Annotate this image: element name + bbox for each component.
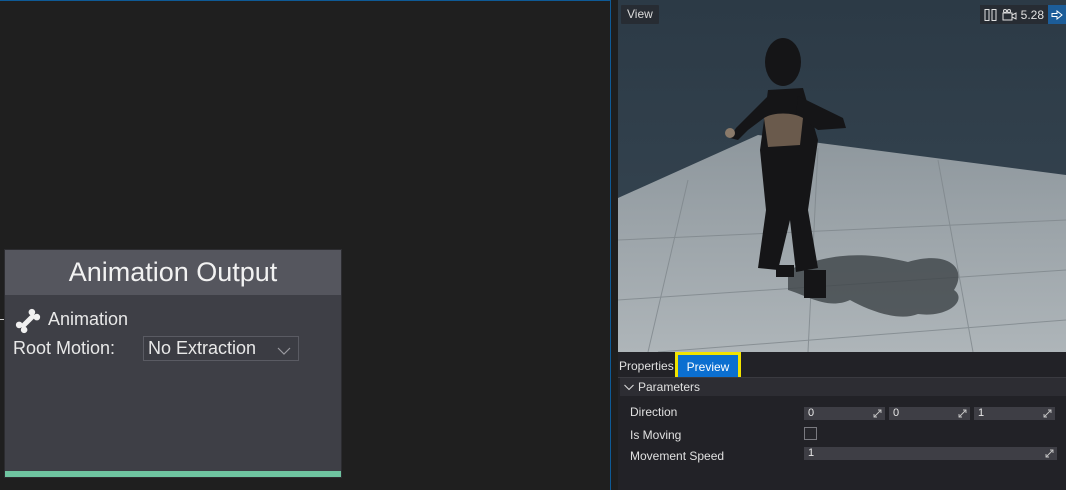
direction-x-value: 0 — [808, 407, 815, 419]
resize-handle-icon — [873, 409, 882, 418]
direction-y-field[interactable]: 0 — [889, 407, 970, 420]
animation-output-node[interactable]: Animation Output Animation Root Motion: … — [5, 250, 341, 477]
is-moving-label: Is Moving — [630, 428, 682, 442]
resize-handle-icon — [958, 409, 967, 418]
chevron-down-icon — [277, 342, 291, 356]
is-moving-checkbox[interactable] — [804, 427, 817, 440]
movement-speed-field[interactable]: 1 — [804, 447, 1057, 460]
movement-speed-label: Movement Speed — [630, 449, 725, 463]
arrow-right-icon[interactable] — [1048, 5, 1066, 24]
root-motion-value: No Extraction — [148, 338, 257, 358]
camera-speed-value[interactable]: 5.28 — [1021, 5, 1044, 24]
bone-icon — [13, 306, 43, 336]
parameters-section-header[interactable]: Parameters — [620, 378, 1066, 396]
direction-y-value: 0 — [893, 407, 900, 419]
pause-icon[interactable] — [984, 5, 998, 24]
direction-label: Direction — [630, 405, 678, 419]
direction-z-field[interactable]: 1 — [974, 407, 1055, 420]
direction-z-value: 1 — [978, 407, 985, 419]
view-menu-button[interactable]: View — [621, 5, 659, 24]
scene-render — [618, 38, 1066, 352]
resize-handle-icon — [1045, 449, 1054, 458]
properties-panel: Properties Preview Parameters Direction … — [618, 352, 1066, 490]
chevron-down-icon — [623, 381, 635, 393]
tab-preview[interactable]: Preview — [681, 358, 735, 375]
direction-x-field[interactable]: 0 — [804, 407, 885, 420]
resize-handle-icon — [1043, 409, 1052, 418]
node-footer-bar — [5, 471, 341, 477]
viewport-toolbar: 5.28 — [979, 5, 1066, 24]
tab-properties[interactable]: Properties — [619, 359, 674, 373]
movement-speed-value: 1 — [808, 447, 815, 459]
preview-viewport[interactable]: View 5.28 — [618, 0, 1066, 352]
anim-graph-canvas[interactable]: Animation Output Animation Root Motion: … — [0, 0, 611, 490]
animation-port-label: Animation — [48, 309, 129, 329]
node-title: Animation Output — [5, 250, 341, 295]
parameters-section-title: Parameters — [638, 380, 701, 394]
camera-icon[interactable] — [1002, 5, 1017, 24]
root-motion-label: Root Motion: — [13, 338, 116, 358]
root-motion-dropdown[interactable]: No Extraction — [143, 336, 299, 361]
graph-border — [0, 0, 611, 1]
